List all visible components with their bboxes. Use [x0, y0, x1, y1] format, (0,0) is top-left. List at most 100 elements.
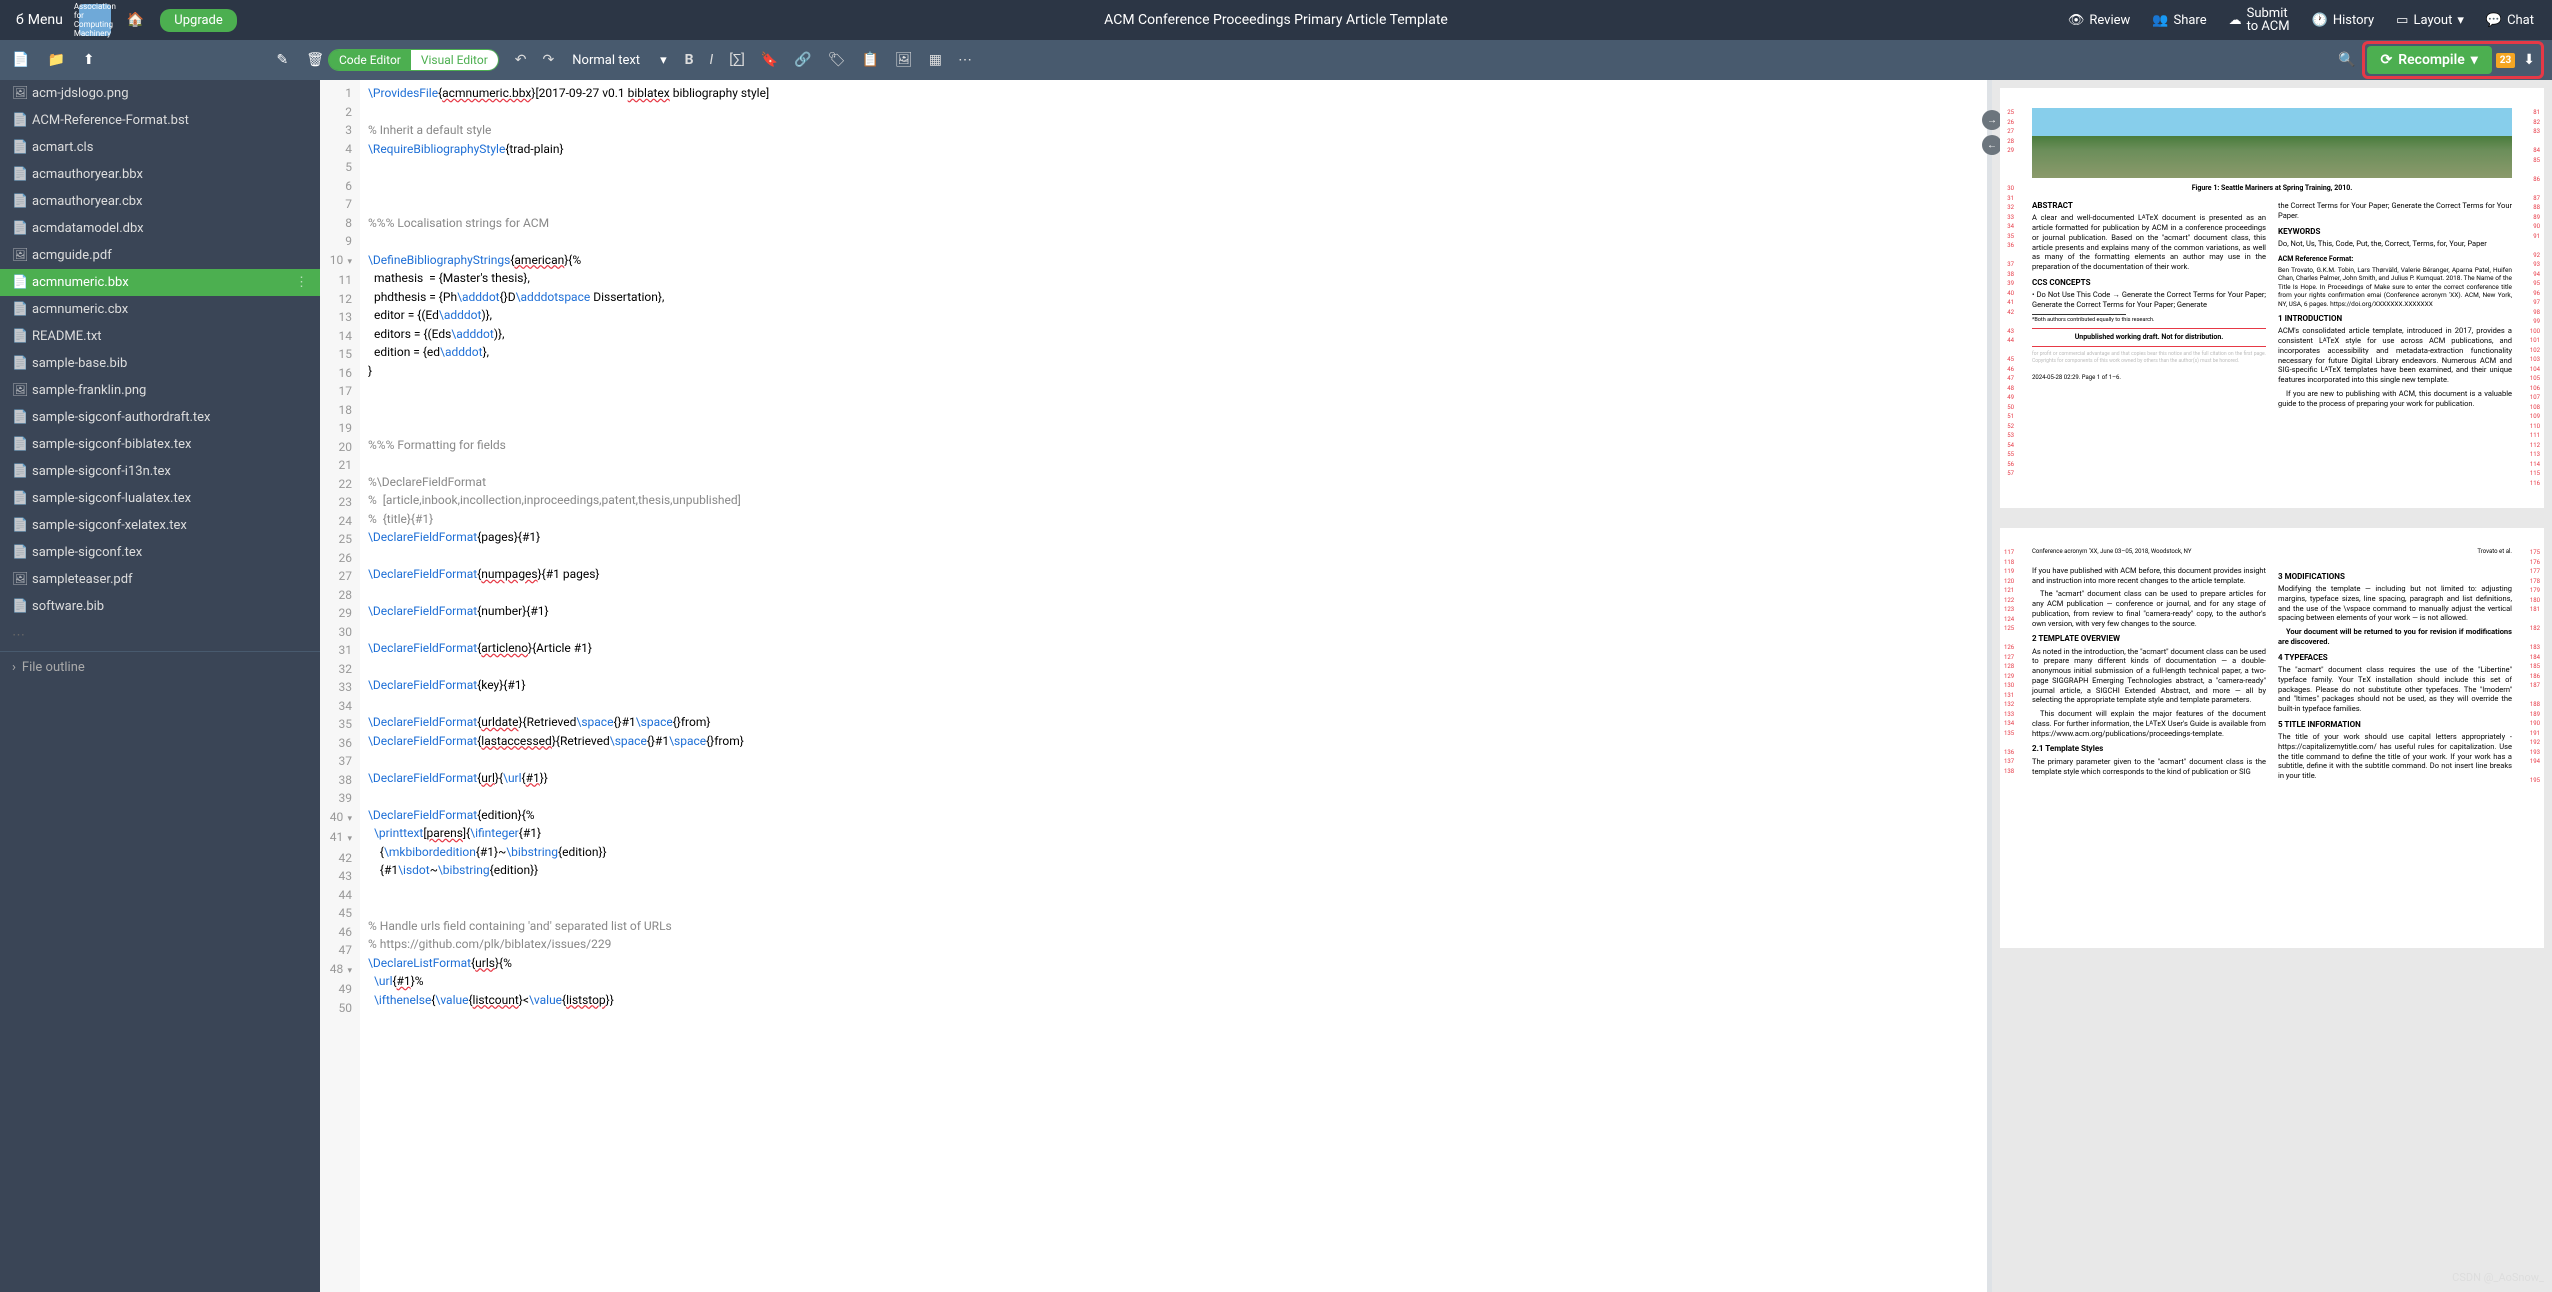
menu-label: Menu — [28, 12, 63, 28]
link-icon[interactable]: 🔗 — [788, 48, 817, 72]
file-item[interactable]: 📄acmdatamodel.dbx — [0, 215, 320, 242]
main: 🖼acm-jdslogo.png📄ACM-Reference-Format.bs… — [0, 80, 2552, 1292]
history-button[interactable]: 🕐History — [2302, 9, 2385, 32]
code-editor[interactable]: 12345678910 ▾111213141516171819202122232… — [320, 80, 1987, 1292]
intro-p1: ACM's consolidated article template, int… — [2278, 326, 2512, 385]
bold-icon[interactable]: B — [679, 48, 700, 72]
search-icon[interactable]: 🔍 — [2332, 48, 2361, 72]
chevron-down-icon: ▾ — [2457, 13, 2464, 28]
chat-button[interactable]: 💬Chat — [2476, 9, 2544, 32]
line-numbers-left: 2526272829 30313233343536 373839404142 4… — [2004, 108, 2014, 479]
overleaf-icon: б — [16, 12, 24, 28]
file-item[interactable]: 📄acmauthoryear.bbx — [0, 161, 320, 188]
file-icon: 📄 — [12, 140, 26, 155]
file-item[interactable]: 📄sample-sigconf-i13n.tex — [0, 458, 320, 485]
acm-logo[interactable]: Association for Computing Machinery — [79, 4, 111, 36]
more-icon[interactable]: ⋯ — [952, 48, 978, 72]
file-icon: 📄 — [12, 113, 26, 128]
file-name: acmauthoryear.bbx — [32, 167, 143, 182]
file-name: sample-sigconf-lualatex.tex — [32, 491, 191, 506]
editor-mode-toggle[interactable]: Code Editor Visual Editor — [328, 49, 499, 71]
home-icon[interactable]: 🏠 — [119, 8, 152, 32]
file-item[interactable]: 🖼sample-franklin.png — [0, 377, 320, 404]
code-editor-tab[interactable]: Code Editor — [329, 50, 411, 70]
new-file-icon[interactable]: 📄 — [8, 48, 33, 72]
redo-icon[interactable]: ↷ — [537, 48, 561, 72]
math-icon[interactable]: [∑] — [723, 48, 751, 72]
file-name: sample-sigconf.tex — [32, 545, 142, 560]
submit-button[interactable]: ☁Submitto ACM — [2219, 3, 2300, 37]
upload-icon[interactable]: ⬆ — [79, 48, 99, 72]
review-button[interactable]: 👁Review — [2058, 9, 2140, 32]
format-select[interactable]: Normal text▾ — [564, 49, 674, 72]
pane-divider[interactable]: → ← — [1987, 80, 1992, 1292]
file-item[interactable]: 🖼acmguide.pdf — [0, 242, 320, 269]
cite-icon[interactable]: 🏷 — [822, 48, 852, 72]
new-folder-icon[interactable]: 📁 — [43, 48, 68, 72]
table-icon[interactable]: ▦ — [923, 48, 948, 72]
file-name: acmart.cls — [32, 140, 93, 155]
figure-icon[interactable]: 🖼 — [889, 48, 919, 72]
chevron-down-icon: ▾ — [660, 53, 667, 68]
recompile-button[interactable]: ⟳ Recompile ▾ — [2367, 46, 2492, 74]
code-content[interactable]: \ProvidesFile{acmnumeric.bbx}[2017-09-27… — [360, 80, 1987, 1292]
upgrade-button[interactable]: Upgrade — [160, 9, 236, 32]
file-more-icon[interactable]: ⋮ — [295, 275, 308, 290]
file-item[interactable]: 🖼sampleteaser.pdf — [0, 566, 320, 593]
pdf-preview[interactable]: 2526272829 30313233343536 373839404142 4… — [1992, 80, 2552, 1292]
collapse-left-icon[interactable]: ← — [1982, 135, 2002, 155]
file-item[interactable]: 📄sample-sigconf-biblatex.tex — [0, 431, 320, 458]
line-numbers-left: 117118119120121122123124125 126127128129… — [2004, 548, 2014, 776]
chevron-down-icon: ▾ — [2471, 52, 2478, 68]
file-icon: 🖼 — [12, 572, 26, 587]
file-outline-toggle[interactable]: › File outline — [0, 651, 320, 683]
file-item[interactable]: 📄sample-base.bib — [0, 350, 320, 377]
file-item[interactable]: 🖼acm-jdslogo.png — [0, 80, 320, 107]
project-title: ACM Conference Proceedings Primary Artic… — [1104, 12, 1448, 28]
file-name: sample-base.bib — [32, 356, 127, 371]
download-pdf-icon[interactable]: ⬇ — [2519, 48, 2539, 72]
line-gutter: 12345678910 ▾111213141516171819202122232… — [320, 80, 360, 1292]
file-item[interactable]: 📄sample-sigconf-lualatex.tex — [0, 485, 320, 512]
toolbar: 📄 📁 ⬆ ✎ 🗑 Code Editor Visual Editor ↶ ↷ … — [0, 40, 2552, 80]
file-name: acmdatamodel.dbx — [32, 221, 144, 236]
file-tree: 🖼acm-jdslogo.png📄ACM-Reference-Format.bs… — [0, 80, 320, 1292]
file-item[interactable]: 📄acmnumeric.bbx⋮ — [0, 269, 320, 296]
file-item[interactable]: 📄software.bib — [0, 593, 320, 620]
pdf-page-2: 117118119120121122123124125 126127128129… — [2000, 528, 2544, 948]
undo-icon[interactable]: ↶ — [509, 48, 533, 72]
warnings-badge[interactable]: 23 — [2496, 53, 2515, 68]
styles-heading: 2.1 Template Styles — [2032, 744, 2266, 754]
delete-icon[interactable]: 🗑 — [302, 48, 328, 72]
file-name: README.txt — [32, 329, 102, 344]
editor-toolbar: Code Editor Visual Editor ↶ ↷ Normal tex… — [328, 48, 2362, 72]
visual-editor-tab[interactable]: Visual Editor — [411, 50, 498, 70]
abstract-text: A clear and well-documented LᴬTᴇX docume… — [2032, 213, 2266, 272]
file-name: sample-sigconf-authordraft.tex — [32, 410, 211, 425]
reference-icon[interactable]: 🔖 — [755, 48, 784, 72]
file-item[interactable]: 📄 sample-sigconf-authordraft.tex — [0, 404, 320, 431]
file-item[interactable]: 📄ACM-Reference-Format.bst — [0, 107, 320, 134]
share-icon: 👥 — [2152, 13, 2168, 28]
cross-ref-icon[interactable]: 📋 — [856, 48, 885, 72]
layout-button[interactable]: ▭Layout▾ — [2386, 9, 2474, 32]
ccs-text: • Do Not Use This Code → Generate the Co… — [2032, 290, 2266, 310]
submit-icon: ☁ — [2229, 13, 2242, 28]
file-icon: 📄 — [12, 410, 26, 425]
keywords-text: Do, Not, Us, This, Code, Put, the, Corre… — [2278, 239, 2512, 249]
menu-button[interactable]: б Menu — [8, 8, 71, 32]
italic-icon[interactable]: I — [704, 48, 720, 72]
file-icon: 📄 — [12, 518, 26, 533]
file-name: sample-sigconf-xelatex.tex — [32, 518, 187, 533]
file-item[interactable]: 📄README.txt — [0, 323, 320, 350]
keywords-heading: KEYWORDS — [2278, 227, 2512, 237]
file-item[interactable]: 📄acmauthoryear.cbx — [0, 188, 320, 215]
file-item[interactable]: 📄 acmart.cls — [0, 134, 320, 161]
file-item[interactable]: 📄sample-sigconf.tex — [0, 539, 320, 566]
file-item[interactable]: 📄 sample-sigconf-xelatex.tex — [0, 512, 320, 539]
collapse-right-icon[interactable]: → — [1982, 110, 2002, 130]
rename-icon[interactable]: ✎ — [272, 48, 292, 72]
line-numbers-right: 818283 8485 86 8788899091 92939495969798… — [2526, 108, 2540, 488]
share-button[interactable]: 👥Share — [2142, 9, 2216, 32]
file-item[interactable]: 📄acmnumeric.cbx — [0, 296, 320, 323]
